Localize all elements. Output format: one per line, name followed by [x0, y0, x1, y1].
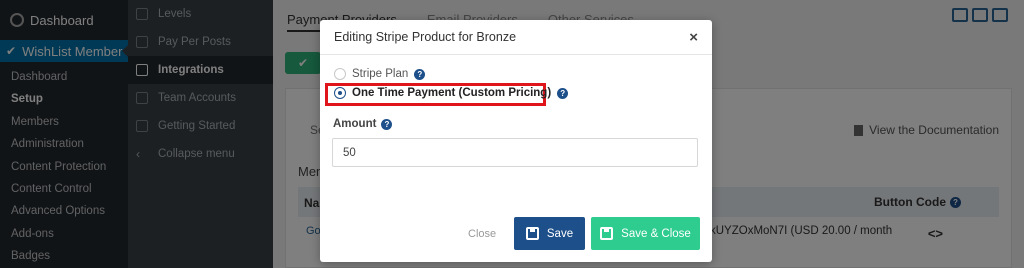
stripe-plan-label: Stripe Plan — [352, 68, 409, 80]
amount-label-text: Amount — [333, 118, 377, 130]
modal-title: Editing Stripe Product for Bronze — [334, 30, 517, 44]
close-button[interactable]: Close — [468, 228, 496, 240]
amount-input[interactable] — [332, 138, 698, 167]
save-button-label: Save — [546, 227, 574, 240]
one-time-payment-option[interactable]: One Time Payment (Custom Pricing) ? — [334, 87, 569, 99]
edit-stripe-product-modal: Editing Stripe Product for Bronze × Stri… — [320, 20, 712, 262]
help-icon[interactable]: ? — [414, 68, 426, 80]
one-time-payment-radio[interactable] — [334, 87, 346, 99]
save-button[interactable]: Save — [514, 217, 585, 250]
stripe-plan-option[interactable]: Stripe Plan ? — [334, 68, 426, 80]
amount-label: Amount ? — [333, 118, 393, 130]
save-and-close-label: Save & Close — [621, 227, 691, 240]
save-and-close-button[interactable]: Save & Close — [591, 217, 700, 250]
close-icon[interactable]: × — [689, 29, 698, 46]
save-icon — [525, 227, 539, 240]
one-time-payment-label: One Time Payment (Custom Pricing) — [352, 87, 552, 99]
modal-header: Editing Stripe Product for Bronze × — [320, 20, 712, 55]
help-icon[interactable]: ? — [381, 118, 393, 130]
stripe-plan-radio[interactable] — [334, 68, 346, 80]
help-icon[interactable]: ? — [557, 87, 569, 99]
save-icon — [600, 227, 614, 240]
